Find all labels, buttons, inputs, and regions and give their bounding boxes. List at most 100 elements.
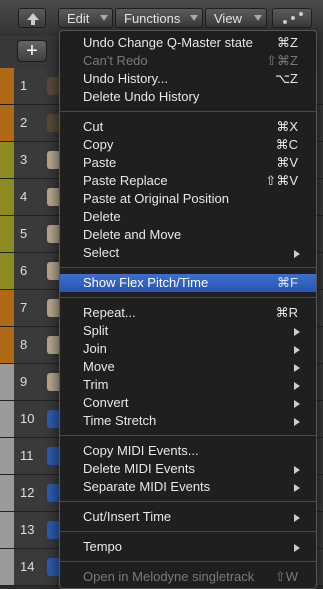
menu-item[interactable]: Join: [60, 340, 316, 358]
chevron-down-icon: [254, 15, 262, 21]
submenu-arrow-icon: [294, 418, 300, 426]
menu-item-label: Delete and Move: [83, 227, 182, 242]
submenu-arrow-icon: [294, 514, 300, 522]
menu-item-label: Can't Redo: [83, 53, 148, 68]
track-color-stripe: [0, 438, 14, 474]
menu-item-shortcut: ⌘X: [276, 119, 298, 134]
menu-item[interactable]: Show Flex Pitch/Time ⌘F: [60, 274, 316, 292]
menu-item[interactable]: Delete Undo History: [60, 88, 316, 106]
menu-item-label: Cut/Insert Time: [83, 509, 172, 524]
up-arrow-icon: [27, 13, 39, 25]
track-number: 13: [20, 522, 35, 537]
edit-menu: Undo Change Q-Master state ⌘Z Can't Redo ⇧⌘…: [59, 30, 317, 589]
menu-item[interactable]: Tempo: [60, 538, 316, 556]
track-color-stripe: [0, 401, 14, 437]
menu-item[interactable]: Delete and Move: [60, 226, 316, 244]
menu-item[interactable]: Delete: [60, 208, 316, 226]
menu-item[interactable]: Copy MIDI Events...: [60, 442, 316, 460]
functions-menu-button[interactable]: Functions: [115, 8, 203, 28]
menu-item[interactable]: Time Stretch: [60, 412, 316, 430]
up-arrow-button[interactable]: [18, 8, 46, 28]
track-color-stripe: [0, 475, 14, 511]
menu-item[interactable]: Paste ⌘V: [60, 154, 316, 172]
track-color-stripe: [0, 327, 14, 363]
track-number: 11: [20, 448, 34, 463]
track-color-stripe: [0, 105, 14, 141]
submenu-arrow-icon: [294, 484, 300, 492]
menu-item-shortcut: ⌘V: [276, 155, 298, 170]
menu-item[interactable]: Split: [60, 322, 316, 340]
menu-item-shortcut: ⇧W: [274, 569, 298, 584]
menu-item[interactable]: Repeat... ⌘R: [60, 304, 316, 322]
menu-item-label: Time Stretch: [83, 413, 157, 428]
menu-item-label: Copy MIDI Events...: [83, 443, 199, 458]
track-number: 6: [20, 263, 28, 278]
menu-separator: [60, 435, 316, 436]
track-number: 14: [20, 559, 35, 574]
tool-menu-button[interactable]: [272, 8, 312, 28]
view-menu-button[interactable]: View: [205, 8, 267, 28]
menu-item-label: Join: [83, 341, 107, 356]
menu-separator: [60, 111, 316, 112]
menu-item-shortcut: ⌥Z: [275, 71, 298, 86]
menu-item-label: Copy: [83, 137, 114, 152]
menu-separator: [60, 267, 316, 268]
track-number: 12: [20, 485, 35, 500]
menu-item[interactable]: Separate MIDI Events: [60, 478, 316, 496]
menu-item-shortcut: ⇧⌘Z: [266, 53, 298, 68]
menu-item[interactable]: Move: [60, 358, 316, 376]
menu-item[interactable]: Copy ⌘C: [60, 136, 316, 154]
track-color-stripe: [0, 253, 14, 289]
submenu-arrow-icon: [294, 364, 300, 372]
menu-item-label: Trim: [83, 377, 109, 392]
track-number: 10: [20, 411, 35, 426]
menu-separator: [60, 501, 316, 502]
track-color-stripe: [0, 142, 14, 178]
chevron-down-icon: [190, 15, 198, 21]
menu-item[interactable]: Paste at Original Position: [60, 190, 316, 208]
menu-item-label: Paste: [83, 155, 117, 170]
menu-item-label: Separate MIDI Events: [83, 479, 211, 494]
submenu-arrow-icon: [294, 250, 300, 258]
menu-item-label: Undo Change Q-Master state: [83, 35, 253, 50]
menu-item-label: Convert: [83, 395, 129, 410]
menu-item-label: Cut: [83, 119, 104, 134]
menu-item-shortcut: ⌘F: [277, 275, 298, 290]
track-number: 9: [20, 374, 28, 389]
menu-item[interactable]: Undo Change Q-Master state ⌘Z: [60, 34, 316, 52]
menu-item[interactable]: Convert: [60, 394, 316, 412]
track-color-stripe: [0, 68, 14, 104]
menu-item-shortcut: ⇧⌘V: [265, 173, 298, 188]
submenu-arrow-icon: [294, 544, 300, 552]
edit-menu-button[interactable]: Edit: [58, 8, 113, 28]
menu-item-label: Split: [83, 323, 109, 338]
menu-item[interactable]: Cut ⌘X: [60, 118, 316, 136]
menu-item[interactable]: Trim: [60, 376, 316, 394]
add-track-button[interactable]: +: [17, 40, 47, 62]
track-color-stripe: [0, 512, 14, 548]
chevron-down-icon: [100, 15, 108, 21]
menu-item-label: Select: [83, 245, 120, 260]
menu-item-shortcut: ⌘R: [275, 305, 298, 320]
track-number: 3: [20, 152, 28, 167]
menu-item[interactable]: Select: [60, 244, 316, 262]
track-color-stripe: [0, 216, 14, 252]
menu-separator: [60, 297, 316, 298]
menu-item[interactable]: Delete MIDI Events: [60, 460, 316, 478]
menu-item-label: Repeat...: [83, 305, 136, 320]
track-number: 2: [20, 115, 28, 130]
menu-item[interactable]: Cut/Insert Time: [60, 508, 316, 526]
menu-item-label: Tempo: [83, 539, 123, 554]
edit-menu-label: Edit: [67, 11, 90, 26]
menu-item[interactable]: Paste Replace ⇧⌘V: [60, 172, 316, 190]
menu-item: Can't Redo ⇧⌘Z: [60, 52, 316, 70]
menu-item-label: Paste at Original Position: [83, 191, 229, 206]
track-number: 8: [20, 337, 28, 352]
menu-item-label: Delete MIDI Events: [83, 461, 195, 476]
menu-item-label: Open in Melodyne singletrack: [83, 569, 255, 584]
menu-item-label: Delete: [83, 209, 121, 224]
menu-item[interactable]: Undo History... ⌥Z: [60, 70, 316, 88]
menu-item-label: Move: [83, 359, 115, 374]
menu-item-shortcut: ⌘C: [275, 137, 298, 152]
menu-item-label: Delete Undo History: [83, 89, 200, 104]
